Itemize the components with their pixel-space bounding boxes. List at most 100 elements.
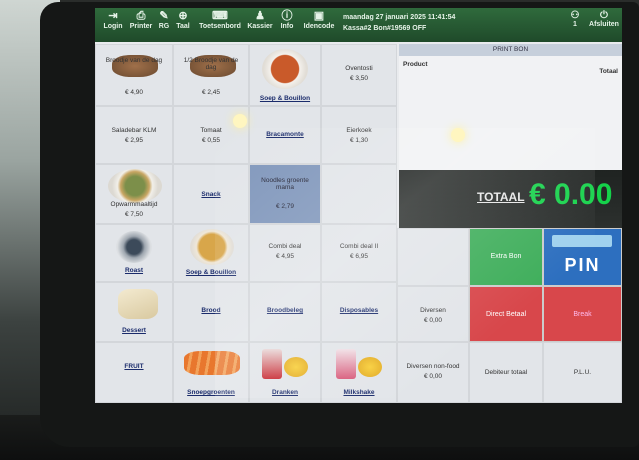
rg-button[interactable]: ✎ RG: [157, 10, 171, 40]
product-name: Combi deal: [268, 243, 302, 250]
login-button[interactable]: ⇥ Login: [101, 10, 125, 40]
pin-button[interactable]: PIN: [543, 228, 622, 286]
product-name: 1/2 Broodje van de dag: [183, 57, 239, 71]
product-name: Eierkoek: [346, 127, 372, 134]
idencode-label: Idencode: [303, 23, 335, 30]
product-saladebar-klm[interactable]: Saladebar KLM € 2,95: [95, 106, 173, 164]
product-price: € 7,50: [124, 211, 144, 218]
product-name: Soep & Bouillon: [259, 95, 311, 102]
category-snoepgroenten[interactable]: Snoepgroenten: [173, 342, 249, 403]
soup-image: [262, 49, 308, 89]
extra-bon-button[interactable]: Extra Bon: [469, 228, 543, 286]
category-brood[interactable]: Brood: [173, 282, 249, 342]
category-bracamonte[interactable]: Bracamonte: [249, 106, 321, 164]
kassier-button[interactable]: ♟ Kassier: [247, 10, 273, 40]
total-bar: TOTAAL € 0.00: [399, 170, 622, 228]
info-label: Info: [280, 23, 294, 30]
empty-cell: [397, 228, 469, 286]
debiteur-totaal-button[interactable]: Debiteur totaal: [469, 342, 543, 403]
product-eierkoek[interactable]: Eierkoek € 1,30: [321, 106, 397, 164]
pin-label: PIN: [564, 255, 601, 275]
taal-label: Taal: [176, 23, 190, 30]
diversen-nonfood-price: € 0,00: [423, 373, 443, 380]
break-button[interactable]: Break: [543, 286, 622, 342]
rg-label: RG: [158, 23, 170, 30]
session-info: maandag 27 januari 2025 11:41:54 Kassa#2…: [343, 12, 455, 34]
product-half-broodje[interactable]: 1/2 Broodje van de dag € 2,45: [173, 44, 249, 106]
roast-image: [116, 231, 152, 263]
lemon-image: [358, 357, 382, 377]
keyboard-icon: ⌨: [212, 10, 228, 22]
product-name: Noodles groente mama: [261, 177, 309, 191]
debiteur-label: Debiteur totaal: [484, 369, 528, 376]
users-icon: ⚇: [570, 10, 580, 21]
printer-icon: ⎙: [136, 10, 146, 22]
product-name: Dessert: [122, 327, 146, 334]
total-label: TOTAAL: [477, 190, 525, 204]
category-milkshake[interactable]: Milkshake: [321, 342, 397, 403]
card-icon: [552, 235, 612, 247]
total-column-header: Totaal: [599, 68, 618, 75]
category-dessert[interactable]: Dessert: [95, 282, 173, 342]
kassier-label: Kassier: [247, 23, 273, 30]
product-soep-bouillon[interactable]: Soep & Bouillon: [249, 44, 321, 106]
printer-button[interactable]: ⎙ Printer: [127, 10, 155, 40]
afsluiten-button[interactable]: ⏻ Afsluiten: [587, 10, 621, 28]
product-name: Milkshake: [343, 389, 375, 396]
product-name: Tomaat: [200, 127, 222, 134]
direct-betalen-button[interactable]: Direct Betaal: [469, 286, 543, 342]
product-name: FRUIT: [124, 363, 144, 370]
wrench-icon: ✎: [159, 10, 169, 22]
globe-icon: ⊕: [178, 10, 188, 22]
info-button[interactable]: ⓘ Info: [277, 10, 297, 40]
product-noodles-groente-mama[interactable]: Noodles groente mama € 2,79: [249, 164, 321, 224]
product-name: Opwarmmaaltijd: [110, 201, 158, 208]
idencode-button[interactable]: ▣ Idencode: [301, 10, 337, 40]
toetsenbord-button[interactable]: ⌨ Toetsenbord: [197, 10, 243, 40]
direct-betalen-label: Direct Betaal: [485, 311, 527, 318]
product-price: € 0,55: [201, 137, 221, 144]
category-roast[interactable]: Roast: [95, 224, 173, 282]
product-name: Bracamonte: [266, 131, 304, 138]
product-price: € 2,79: [275, 203, 295, 210]
dessert-image: [118, 289, 158, 319]
product-broodje-van-de-dag[interactable]: Broodje van de dag € 4,90: [95, 44, 173, 106]
login-label: Login: [103, 23, 123, 30]
product-opwarmmaaltijd[interactable]: Opwarmmaaltijd € 7,50: [95, 164, 173, 224]
soup-image: [190, 229, 234, 265]
category-disposables[interactable]: Disposables: [321, 282, 397, 342]
category-broodbeleg[interactable]: Broodbeleg: [249, 282, 321, 342]
category-soep-bouillon[interactable]: Soep & Bouillon: [173, 224, 249, 282]
taal-button[interactable]: ⊕ Taal: [173, 10, 193, 40]
product-name: Saladebar KLM: [111, 127, 157, 134]
category-fruit[interactable]: FRUIT: [95, 342, 173, 403]
product-name: Roast: [124, 267, 144, 274]
category-snack[interactable]: Snack: [173, 164, 249, 224]
empty-cell: [321, 164, 397, 224]
product-price: € 6,95: [349, 253, 369, 260]
product-price: € 4,90: [124, 89, 144, 96]
product-combi-deal-ii[interactable]: Combi deal II € 6,95: [321, 224, 397, 282]
users-indicator[interactable]: ⚇ 1: [565, 10, 585, 28]
product-price: € 1,30: [349, 137, 369, 144]
id-card-icon: ▣: [313, 10, 325, 22]
product-price: € 2,45: [201, 89, 221, 96]
diversen-button[interactable]: Diversen € 0,00: [397, 286, 469, 342]
plu-label: P.L.U.: [573, 369, 592, 376]
product-name: Snack: [201, 191, 221, 198]
user-icon: ♟: [255, 10, 265, 22]
meal-image: [108, 169, 162, 203]
product-price: € 3,50: [349, 75, 369, 82]
register-status-text: Kassa#2 Bon#19569 OFF: [343, 25, 427, 32]
toetsenbord-label: Toetsenbord: [199, 23, 241, 30]
print-bon-button[interactable]: PRINT BON: [399, 44, 622, 56]
category-dranken[interactable]: Dranken: [249, 342, 321, 403]
diversen-nonfood-button[interactable]: Diversen non-food € 0,00: [397, 342, 469, 403]
product-combi-deal[interactable]: Combi deal € 4,95: [249, 224, 321, 282]
printer-label: Printer: [129, 23, 153, 30]
plu-button[interactable]: P.L.U.: [543, 342, 622, 403]
info-icon: ⓘ: [281, 10, 293, 22]
carrots-image: [184, 351, 240, 375]
datetime-text: maandag 27 januari 2025 11:41:54: [343, 14, 456, 21]
product-oventosti[interactable]: Oventosti € 3,50: [321, 44, 397, 106]
